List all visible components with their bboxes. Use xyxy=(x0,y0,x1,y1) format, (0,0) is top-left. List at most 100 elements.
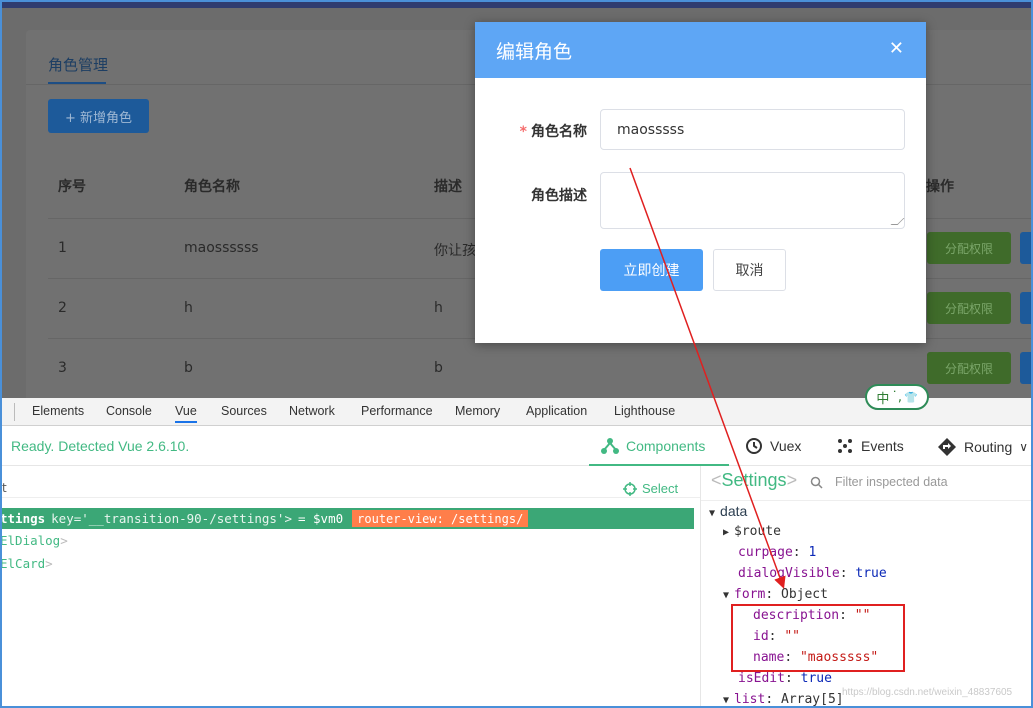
prop-value: Array[5] xyxy=(781,692,844,707)
tree-item-elcard[interactable]: ElCard> xyxy=(0,556,53,571)
component-tree-pane: t Select ttings key='__transition-90-/se… xyxy=(0,466,700,708)
search-stub-text: t xyxy=(2,481,7,495)
prop-value: true xyxy=(855,566,887,581)
required-mark: * xyxy=(519,124,527,140)
add-role-button[interactable]: + 新增角色 xyxy=(48,99,149,133)
tab-network[interactable]: Network xyxy=(289,404,335,418)
tab-performance[interactable]: Performance xyxy=(361,404,433,418)
prop-isedit[interactable]: isEdit: true xyxy=(738,671,832,686)
vue-nav-vuex[interactable]: Vuex xyxy=(745,437,801,455)
bracket-open: < xyxy=(711,470,722,490)
data-section[interactable]: ▼ data xyxy=(709,503,747,520)
prop-route[interactable]: ▶ $route xyxy=(723,524,781,539)
tree-item-eldialog[interactable]: ElDialog> xyxy=(0,533,68,548)
chevron-right-icon: > xyxy=(45,556,53,571)
tree-item-label: ElDialog xyxy=(0,533,61,548)
row-3-assign-perm-button[interactable]: 分配权限 xyxy=(927,352,1011,384)
header-role-name: 角色名称 xyxy=(184,179,240,195)
prop-list[interactable]: ▼ list: Array[5] xyxy=(723,692,844,707)
row-3-desc: b xyxy=(434,360,443,376)
triangle-right-icon: ▶ xyxy=(723,527,730,538)
role-name-label: * 角色名称 xyxy=(517,121,587,141)
data-section-label: data xyxy=(720,503,748,519)
watermark: https://blog.csdn.net/weixin_48837605 xyxy=(842,687,1013,698)
prop-curpage[interactable]: curpage: 1 xyxy=(738,545,816,560)
ime-indicator[interactable]: 中 ˙, 👕 xyxy=(865,384,929,410)
tree-item-label: ElCard xyxy=(0,556,46,571)
component-key-attr: key='__transition-90-/settings'> xyxy=(51,511,292,526)
prop-form[interactable]: ▼ form: Object xyxy=(723,587,828,602)
annotation-highlight-box xyxy=(731,604,905,672)
select-label: Select xyxy=(642,481,679,496)
component-name: ttings xyxy=(0,511,46,526)
role-name-label-text: 角色名称 xyxy=(531,124,587,140)
component-search-row: t Select xyxy=(0,472,700,498)
close-icon[interactable]: ✕ xyxy=(889,40,904,58)
triangle-down-icon: ▼ xyxy=(709,508,716,519)
inspector-component-name: Settings xyxy=(721,470,787,490)
events-icon xyxy=(838,439,852,453)
tab-vue[interactable]: Vue xyxy=(175,404,197,423)
header-description: 描述 xyxy=(434,179,462,195)
row-3-edit-button[interactable] xyxy=(1020,352,1033,384)
tab-sources[interactable]: Sources xyxy=(221,404,267,418)
tab-elements[interactable]: Elements xyxy=(32,404,84,418)
tab-lighthouse[interactable]: Lighthouse xyxy=(614,404,675,418)
role-name-input[interactable]: maosssss xyxy=(600,109,905,150)
prop-key: list xyxy=(734,692,766,707)
edit-role-dialog: 编辑角色 ✕ * 角色名称 maosssss 角色描述 立即创建 取消 xyxy=(475,22,926,343)
tab-separator xyxy=(14,403,15,421)
triangle-down-icon: ▼ xyxy=(723,590,730,601)
select-component-button[interactable]: Select xyxy=(623,481,678,496)
tab-console[interactable]: Console xyxy=(106,404,152,418)
prop-value: 1 xyxy=(808,545,817,560)
vue-nav-routing[interactable]: Routing ∨ xyxy=(937,437,1028,457)
prop-key: form xyxy=(734,587,766,602)
crosshair-icon xyxy=(623,481,637,496)
dialog-header: 编辑角色 xyxy=(475,22,926,78)
row-3-name: b xyxy=(184,360,193,376)
row-2-edit-button[interactable] xyxy=(1020,292,1033,324)
row-3-index: 3 xyxy=(58,360,67,376)
prop-dialogvisible[interactable]: dialogVisible: true xyxy=(738,566,887,581)
row-1-edit-button[interactable] xyxy=(1020,232,1033,264)
triangle-down-icon: ▼ xyxy=(723,695,730,706)
vue-nav-events[interactable]: Events xyxy=(836,437,904,455)
row-2-name: h xyxy=(184,300,193,316)
vue-status: Ready. Detected Vue 2.6.10. xyxy=(11,438,190,454)
tab-role-management[interactable]: 角色管理 xyxy=(48,54,108,75)
search-icon xyxy=(810,476,823,489)
cancel-button[interactable]: 取消 xyxy=(713,249,786,291)
prop-key: $route xyxy=(734,524,781,539)
routing-icon xyxy=(938,438,956,456)
row-1-desc: 你让孩 xyxy=(434,243,476,259)
prop-key: dialogVisible xyxy=(738,566,840,581)
ime-lang-label: 中 xyxy=(876,391,890,407)
chevron-right-icon: > xyxy=(60,533,68,548)
selected-component-row[interactable]: ttings key='__transition-90-/settings'> … xyxy=(0,508,694,529)
resize-handle-icon[interactable] xyxy=(890,218,905,225)
role-desc-label: 角色描述 xyxy=(531,188,587,204)
vue-nav-events-label: Events xyxy=(861,438,904,454)
vue-nav-components[interactable]: Components xyxy=(601,437,705,455)
row-1-name: maossssss xyxy=(184,240,259,256)
create-button[interactable]: 立即创建 xyxy=(600,249,703,291)
inspector-title: <Settings> xyxy=(711,470,797,491)
row-2-index: 2 xyxy=(58,300,67,316)
row-2-assign-perm-button[interactable]: 分配权限 xyxy=(927,292,1011,324)
top-nav-bar xyxy=(0,0,1033,8)
tab-application[interactable]: Application xyxy=(526,404,587,418)
filter-inspected-data[interactable]: Filter inspected data xyxy=(810,475,948,489)
history-icon xyxy=(746,438,762,454)
dialog-title: 编辑角色 xyxy=(496,40,573,63)
role-desc-textarea[interactable] xyxy=(600,172,905,229)
chevron-down-icon: ∨ xyxy=(1019,440,1029,454)
component-vm-ref: = $vm0 xyxy=(297,511,344,526)
prop-value: true xyxy=(800,671,832,686)
row-2-desc: h xyxy=(434,300,443,316)
row-1-assign-perm-button[interactable]: 分配权限 xyxy=(927,232,1011,264)
row-1-index: 1 xyxy=(58,240,67,256)
ime-punct-label: ˙, xyxy=(891,389,902,405)
tab-memory[interactable]: Memory xyxy=(455,404,500,418)
router-view-badge: router-view: /settings/ xyxy=(352,510,529,527)
